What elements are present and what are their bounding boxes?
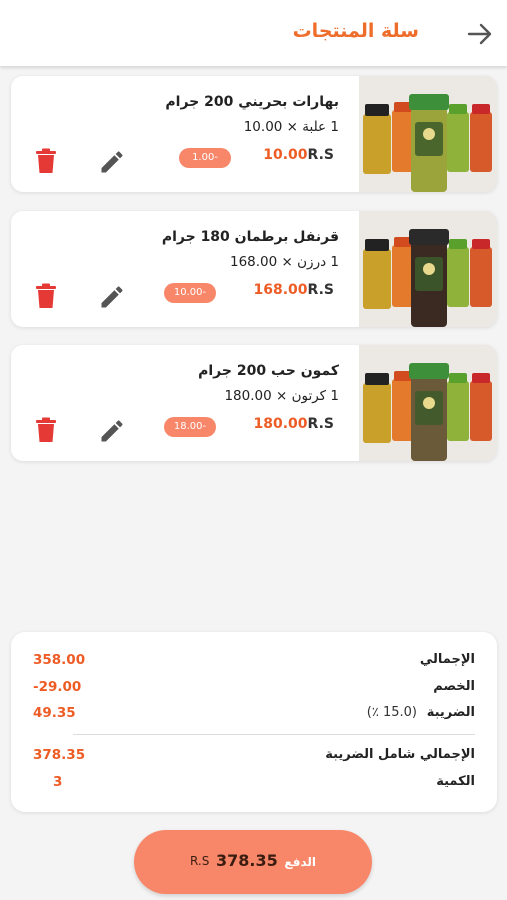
product-price-currency: R.S bbox=[307, 416, 334, 432]
tax-value: 49.35 bbox=[33, 705, 76, 721]
pay-button-label: الدفع bbox=[284, 855, 316, 869]
discount-badge: -1.00 bbox=[179, 148, 231, 168]
arrow-right-icon bbox=[467, 23, 492, 45]
order-summary: الإجمالي 358.00 الخصم -29.00 الضريبة (15… bbox=[11, 632, 497, 812]
product-quantity: 1 كرتون × 180.00 bbox=[224, 388, 339, 404]
delete-button[interactable] bbox=[35, 417, 57, 443]
edit-button[interactable] bbox=[98, 283, 126, 311]
app-header: سلة المنتجات bbox=[0, 0, 507, 66]
pay-button[interactable]: الدفع 378.35 R.S bbox=[134, 830, 372, 894]
edit-button[interactable] bbox=[98, 148, 126, 176]
summary-divider bbox=[73, 734, 475, 735]
product-price: 168.00R.S bbox=[254, 282, 338, 298]
pay-button-amount: 378.35 bbox=[216, 851, 278, 870]
delete-button[interactable] bbox=[35, 283, 57, 309]
product-price-amount: 168.00 bbox=[253, 282, 308, 298]
product-price-currency: R.S bbox=[307, 282, 334, 298]
product-name: بهارات بحريني 200 جرام bbox=[165, 94, 339, 110]
total-value: 358.00 bbox=[33, 652, 86, 668]
trash-icon bbox=[36, 417, 56, 442]
total-label: الإجمالي bbox=[419, 652, 475, 667]
product-price-amount: 180.00 bbox=[253, 416, 308, 432]
back-button[interactable] bbox=[466, 22, 494, 46]
cart-item-card: بهارات بحريني 200 جرام 1 علبة × 10.00 10… bbox=[11, 76, 497, 192]
edit-button[interactable] bbox=[98, 417, 126, 445]
discount-badge: -18.00 bbox=[164, 417, 216, 437]
product-quantity: 1 درزن × 168.00 bbox=[230, 254, 339, 270]
pay-button-currency: R.S bbox=[190, 854, 210, 868]
quantity-label: الكمية bbox=[436, 774, 475, 789]
product-name: قرنفل برطمان 180 جرام bbox=[161, 229, 339, 245]
cart-item-card: قرنفل برطمان 180 جرام 1 درزن × 168.00 16… bbox=[11, 211, 497, 327]
product-price-currency: R.S bbox=[307, 147, 334, 163]
discount-badge: -10.00 bbox=[164, 283, 216, 303]
product-image bbox=[359, 211, 497, 327]
pencil-icon bbox=[101, 286, 123, 308]
product-quantity: 1 علبة × 10.00 bbox=[243, 119, 339, 135]
product-image bbox=[359, 76, 497, 192]
pencil-icon bbox=[101, 420, 123, 442]
tax-rate: (15.0 ٪) bbox=[366, 705, 417, 720]
delete-button[interactable] bbox=[35, 148, 57, 174]
product-price: 180.00R.S bbox=[254, 416, 338, 432]
grand-total-value: 378.35 bbox=[33, 747, 86, 763]
page-title: سلة المنتجات bbox=[292, 20, 419, 42]
discount-label: الخصم bbox=[433, 679, 475, 694]
trash-icon bbox=[36, 148, 56, 173]
tax-label: الضريبة bbox=[426, 705, 475, 720]
cart-item-card: كمون حب 200 جرام 1 كرتون × 180.00 180.00… bbox=[11, 345, 497, 461]
product-price: 10.00R.S bbox=[263, 147, 338, 163]
product-image bbox=[359, 345, 497, 461]
product-name: كمون حب 200 جرام bbox=[198, 363, 339, 379]
grand-total-label: الإجمالي شامل الضريبة bbox=[325, 747, 475, 762]
trash-icon bbox=[36, 283, 56, 308]
product-price-amount: 10.00 bbox=[263, 147, 308, 163]
quantity-value: 3 bbox=[53, 774, 63, 790]
discount-value: -29.00 bbox=[33, 679, 82, 695]
pencil-icon bbox=[101, 151, 123, 173]
